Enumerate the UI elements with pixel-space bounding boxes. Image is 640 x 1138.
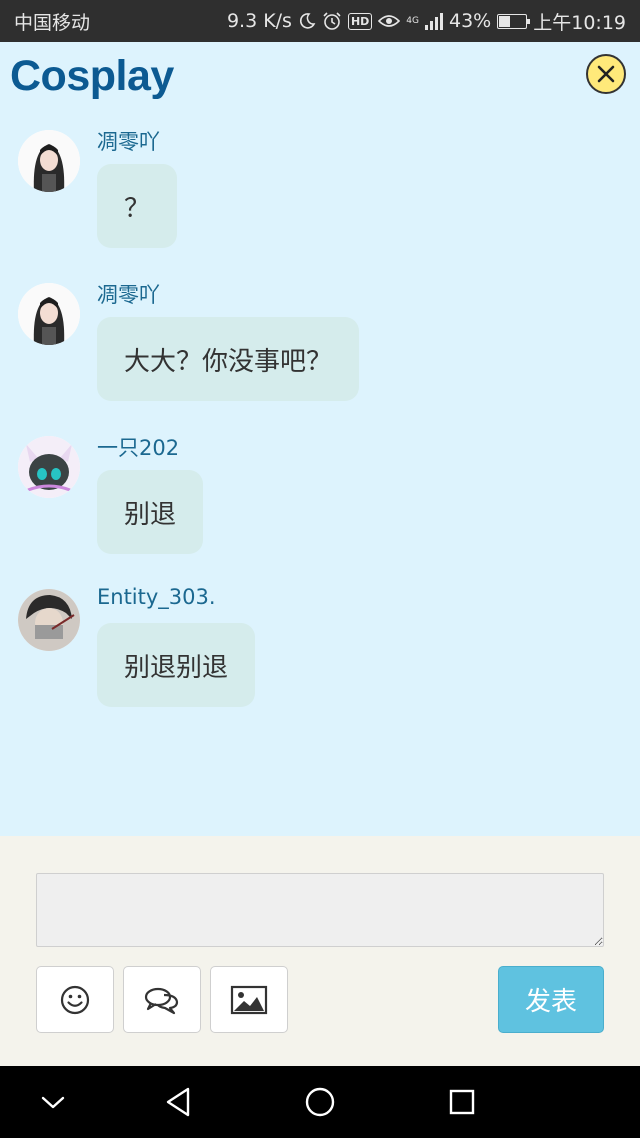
emoji-button[interactable] <box>36 966 114 1033</box>
battery-percent: 43% <box>449 10 492 32</box>
user-avatar[interactable] <box>18 589 80 651</box>
battery-icon <box>497 13 531 29</box>
network-type: 4G <box>406 15 419 26</box>
chat-bubbles-icon <box>144 987 179 1014</box>
recents-square-icon <box>449 1089 475 1115</box>
message-bubble: ？ <box>97 164 178 248</box>
send-button[interactable]: 发表 <box>498 966 604 1033</box>
user-avatar[interactable] <box>18 283 80 345</box>
network-speed: 9.3 K/s <box>226 10 292 32</box>
chat-button[interactable] <box>123 966 201 1033</box>
signal-icon <box>425 12 443 30</box>
back-triangle-icon <box>166 1087 190 1117</box>
home-circle-icon <box>305 1087 335 1117</box>
close-icon <box>597 65 615 83</box>
status-bar: 中国移动 9.3 K/s HD 4G 43% 上午10:19 <box>0 0 640 42</box>
nav-bar <box>0 1066 640 1138</box>
username: 凋零吖 <box>97 130 160 154</box>
status-right: 9.3 K/s HD 4G 43% 上午10:19 <box>227 8 626 35</box>
nav-home-button[interactable] <box>298 1080 342 1124</box>
image-button[interactable] <box>210 966 288 1033</box>
nav-hide-button[interactable] <box>31 1080 75 1124</box>
close-button[interactable] <box>586 54 626 94</box>
composer: 发表 <box>0 836 640 1066</box>
alarm-icon <box>322 11 342 31</box>
user-avatar[interactable] <box>18 130 80 192</box>
message-input[interactable] <box>36 873 604 947</box>
username: Entity_303. <box>97 585 216 609</box>
message-bubble: 大大？你没事吧？ <box>97 317 360 401</box>
username: 凋零吖 <box>97 283 160 307</box>
username: 一只202 <box>97 436 180 460</box>
clock: 上午10:19 <box>533 11 626 34</box>
chevron-down-icon <box>41 1096 65 1109</box>
moon-icon <box>298 12 316 30</box>
hd-badge: HD <box>347 12 373 30</box>
battery-fill <box>499 15 510 27</box>
message-list[interactable]: 凋零吖 ？ 凋零吖 大大？你没事吧？ 一只202 别退 Entity_303. … <box>0 114 640 836</box>
user-avatar[interactable] <box>18 436 80 498</box>
nav-recents-button[interactable] <box>440 1080 484 1124</box>
emoji-icon <box>60 985 90 1014</box>
page-title: Cosplay <box>10 52 174 100</box>
image-icon <box>230 985 268 1014</box>
header: Cosplay <box>0 42 640 114</box>
eye-icon <box>378 13 401 29</box>
message-bubble: 别退别退 <box>97 623 256 707</box>
nav-back-button[interactable] <box>156 1080 200 1124</box>
message-bubble: 别退 <box>97 470 204 554</box>
carrier-name: 中国移动 <box>14 11 91 34</box>
